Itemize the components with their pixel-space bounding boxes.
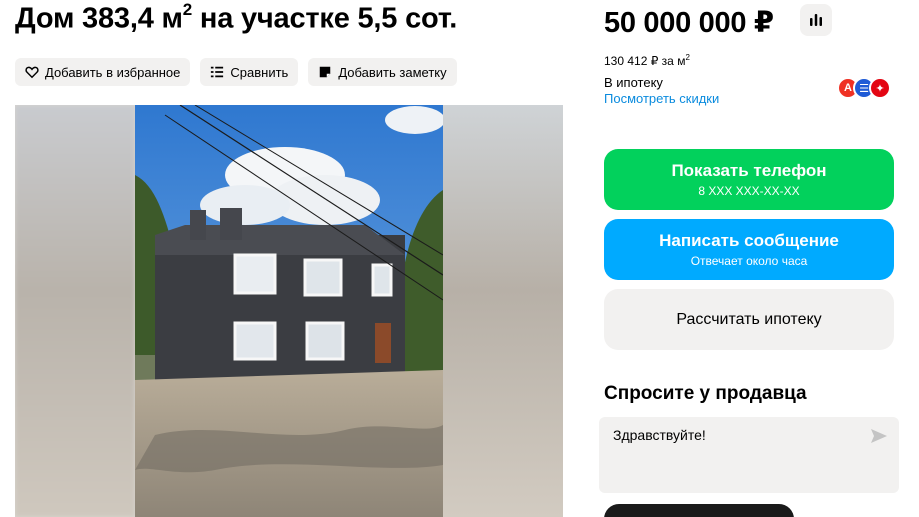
add-to-favorites-button[interactable]: Добавить в избранное (15, 58, 191, 86)
listing-title: Дом 383,4 м2 на участке 5,5 сот. (15, 0, 458, 35)
price-per-meter: 130 412 ₽ за м2 (604, 53, 690, 68)
favorite-label: Добавить в избранное (45, 64, 181, 80)
mortgage-label: В ипотеку (604, 75, 663, 90)
price-history-button[interactable] (800, 4, 832, 36)
quick-question-button[interactable] (604, 504, 794, 517)
bank-icon: ✦ (869, 77, 891, 99)
view-discounts-link[interactable]: Посмотреть скидки (604, 91, 719, 106)
note-icon (320, 66, 331, 78)
bar-chart-icon (810, 14, 822, 26)
compare-label: Сравнить (230, 64, 289, 80)
gallery-blur-right (443, 105, 563, 517)
compare-icon (211, 66, 224, 78)
calculate-mortgage-button[interactable]: Рассчитать ипотеку (604, 289, 894, 350)
write-message-button[interactable]: Написать сообщение Отвечает около часа (604, 219, 894, 280)
photo-gallery[interactable] (15, 105, 563, 517)
show-phone-label: Показать телефон (671, 161, 827, 180)
listing-actions: Добавить в избранное Сравнить Добавить з… (15, 58, 457, 86)
response-time: Отвечает около часа (690, 254, 808, 268)
send-icon[interactable] (870, 428, 888, 444)
ask-seller-title: Спросите у продавца (604, 383, 807, 404)
heart-icon (25, 66, 39, 79)
show-phone-button[interactable]: Показать телефон 8 XXX XXX-XX-XX (604, 149, 894, 210)
ask-seller-input[interactable]: Здравствуйте! (599, 417, 899, 493)
note-label: Добавить заметку (338, 64, 447, 80)
price: 50 000 000 ₽ (604, 7, 774, 39)
add-note-button[interactable]: Добавить заметку (308, 58, 457, 86)
calculate-mortgage-label: Рассчитать ипотеку (676, 310, 822, 328)
masked-phone: 8 XXX XXX-XX-XX (698, 184, 800, 198)
compare-button[interactable]: Сравнить (200, 58, 299, 86)
write-message-label: Написать сообщение (659, 231, 839, 250)
bank-logos[interactable]: А ☰ ✦ (837, 77, 891, 99)
house-photo[interactable] (135, 105, 443, 517)
gallery-blur-left (15, 105, 135, 517)
